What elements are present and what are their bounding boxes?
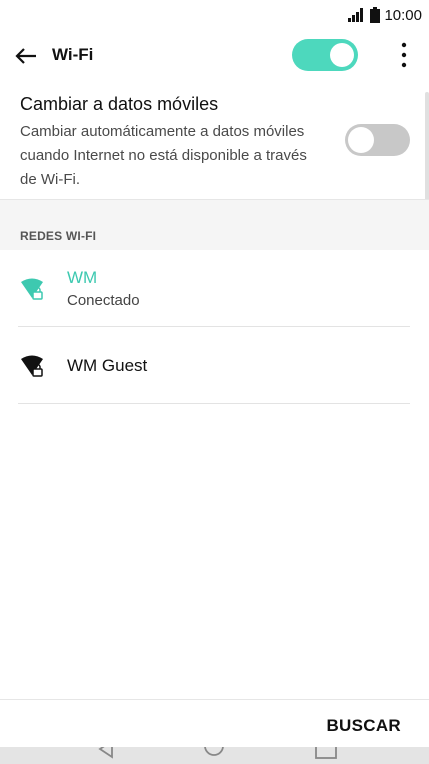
list-divider [18, 403, 410, 404]
switch-to-mobile-data-setting[interactable]: Cambiar a datos móviles Cambiar automáti… [0, 82, 429, 199]
top-app-bar: Wi-Fi [0, 30, 429, 83]
toggle-knob [348, 127, 374, 153]
more-vertical-icon [401, 42, 407, 68]
battery-icon [370, 7, 381, 23]
recents-square-icon[interactable] [314, 747, 338, 760]
network-status: Conectado [67, 292, 140, 309]
search-button[interactable]: BUSCAR [326, 716, 401, 736]
wifi-settings-screen: 10:00 Wi-Fi Cambiar a datos móviles Camb… [0, 0, 429, 764]
network-item-wm[interactable]: WM Conectado [0, 250, 429, 327]
page-title: Wi-Fi [52, 45, 94, 64]
back-triangle-icon[interactable] [96, 747, 116, 759]
section-label: REDES WI-FI [20, 229, 97, 243]
section-header: REDES WI-FI [0, 199, 429, 251]
toggle-knob [330, 43, 354, 67]
network-name: WM Guest [67, 356, 148, 375]
back-button[interactable] [12, 42, 40, 70]
wifi-locked-icon [21, 355, 43, 377]
signal-bars-icon [348, 8, 364, 22]
setting-description: Cambiar automáticamente a datos móviles … [20, 123, 307, 188]
network-item-wm-guest[interactable]: WM Guest [0, 327, 429, 404]
network-name: WM [67, 268, 98, 287]
status-icons: 10:00 [348, 6, 422, 24]
navigation-bar [0, 747, 429, 764]
setting-title: Cambiar a datos móviles [20, 94, 219, 114]
status-bar: 10:00 [0, 0, 429, 30]
wifi-locked-icon [21, 278, 43, 300]
bottom-action-bar: BUSCAR [0, 699, 429, 748]
arrow-left-icon [15, 48, 36, 64]
wifi-master-toggle[interactable] [292, 39, 358, 71]
status-time: 10:00 [384, 6, 422, 24]
scrollbar [425, 92, 429, 210]
home-circle-icon[interactable] [203, 747, 225, 757]
more-options-button[interactable] [390, 40, 418, 70]
mobile-data-toggle[interactable] [345, 124, 410, 156]
